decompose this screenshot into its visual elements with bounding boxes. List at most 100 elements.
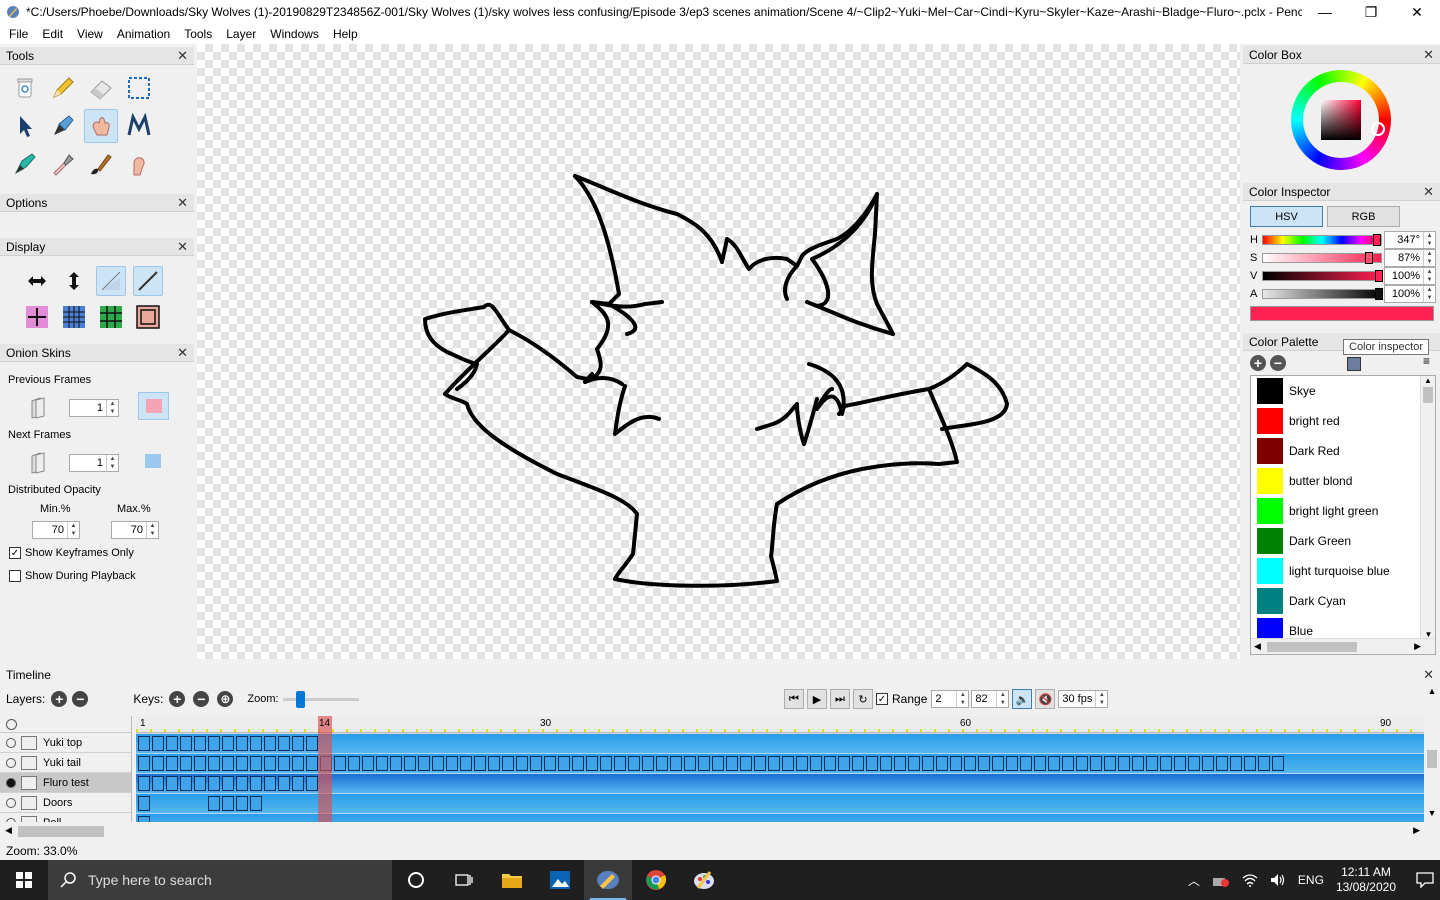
scroll-up-icon[interactable]: ▲ — [1421, 376, 1435, 385]
keyframe-cell[interactable] — [166, 736, 178, 751]
keyframe-cell[interactable] — [964, 756, 976, 771]
layer-visibility-icon[interactable] — [6, 777, 16, 788]
keyframe-cell[interactable] — [1146, 756, 1158, 771]
layer-row[interactable]: Fluro test — [0, 773, 131, 793]
layer-visibility-icon[interactable] — [6, 817, 16, 822]
keyframe-cell[interactable] — [726, 756, 738, 771]
min-opacity-spin[interactable]: 70 ▲ ▼ — [32, 521, 80, 539]
keyframe-cell[interactable] — [740, 756, 752, 771]
smudge-tool[interactable] — [122, 147, 156, 181]
keyframe-cell[interactable] — [222, 756, 234, 771]
menu-animation[interactable]: Animation — [110, 27, 177, 41]
brush-tool[interactable] — [84, 147, 118, 181]
keyframe-cell[interactable] — [362, 756, 374, 771]
menu-file[interactable]: File — [2, 27, 35, 41]
hscroll-thumb[interactable] — [1267, 642, 1357, 652]
keyframe-cell[interactable] — [782, 756, 794, 771]
keyframe-cell[interactable] — [446, 756, 458, 771]
max-opacity-spin[interactable]: 70 ▲ ▼ — [111, 521, 159, 539]
keyframe-cell[interactable] — [978, 756, 990, 771]
keyframe-cell[interactable] — [1048, 756, 1060, 771]
keyframe-cell[interactable] — [222, 796, 234, 811]
keyframe-cell[interactable] — [572, 756, 584, 771]
close-button[interactable]: ✕ — [1394, 0, 1440, 24]
keyframe-cell[interactable] — [166, 756, 178, 771]
keyframe-cell[interactable] — [474, 756, 486, 771]
zoom-knob[interactable] — [295, 691, 305, 708]
volume-icon[interactable] — [1270, 873, 1286, 887]
keyframe-cell[interactable] — [1118, 756, 1130, 771]
keyframe-cell[interactable] — [586, 756, 598, 771]
keyframe-cell[interactable] — [1272, 756, 1284, 771]
palette-color-item[interactable]: butter blond — [1251, 466, 1435, 496]
scroll-left-icon[interactable]: ◀ — [5, 825, 12, 836]
language-indicator[interactable]: ENG — [1298, 873, 1324, 887]
keyframe-cell[interactable] — [894, 756, 906, 771]
vscroll-thumb[interactable] — [1427, 750, 1437, 768]
keyframe-cell[interactable] — [754, 756, 766, 771]
keyframe-cell[interactable] — [138, 756, 150, 771]
maximize-button[interactable]: ❐ — [1348, 0, 1394, 24]
keyframe-cell[interactable] — [236, 736, 248, 751]
remove-layer-icon[interactable]: − — [72, 691, 89, 707]
palette-menu-icon[interactable]: ≡ — [1423, 354, 1430, 368]
value-slider[interactable] — [1262, 270, 1383, 282]
keyframe-cell[interactable] — [222, 736, 234, 751]
keyframe-cell[interactable] — [264, 736, 276, 751]
keyframe-cell[interactable] — [278, 736, 290, 751]
hscroll-thumb[interactable] — [18, 826, 104, 837]
pencil2d-taskbar-button[interactable] — [584, 860, 632, 900]
minimize-button[interactable]: — — [1302, 0, 1348, 24]
keyframe-cell[interactable] — [824, 756, 836, 771]
palette-color-item[interactable]: bright light green — [1251, 496, 1435, 526]
keyframe-cell[interactable] — [670, 756, 682, 771]
color-inspector-close-icon[interactable]: ✕ — [1423, 184, 1434, 200]
hue-handle[interactable] — [1371, 122, 1385, 136]
keyframe-cell[interactable] — [236, 756, 248, 771]
outlines-button[interactable] — [133, 266, 163, 296]
hue-slider[interactable] — [1262, 234, 1382, 246]
layer-row[interactable]: Yuki top — [0, 733, 131, 753]
frame-area[interactable]: 1 30 60 90 14 — [136, 716, 1424, 822]
layer-visibility-icon[interactable] — [6, 757, 16, 768]
keyframe-cell[interactable] — [306, 776, 318, 791]
keyframe-cell[interactable] — [292, 756, 304, 771]
keyframe-cell[interactable] — [138, 816, 150, 822]
timeline-vscrollbar[interactable]: ▲ ▼ — [1424, 686, 1440, 822]
keyframe-cell[interactable] — [1104, 756, 1116, 771]
show-keyframes-only-row[interactable]: ✓ Show Keyframes Only — [9, 547, 134, 559]
keyframe-cell[interactable] — [208, 796, 220, 811]
keyframe-cell[interactable] — [502, 756, 514, 771]
keyframe-cell[interactable] — [544, 756, 556, 771]
alpha-knob[interactable] — [1375, 288, 1383, 300]
keyframe-cell[interactable] — [642, 756, 654, 771]
remove-key-icon[interactable]: − — [193, 691, 210, 707]
color-box-close-icon[interactable]: ✕ — [1423, 47, 1434, 63]
scroll-right-icon[interactable]: ▶ — [1413, 825, 1420, 836]
drawing-canvas[interactable] — [197, 44, 1240, 659]
previous-frames-spin[interactable]: 1 ▲ ▼ — [69, 399, 119, 417]
hue-knob[interactable] — [1373, 234, 1381, 246]
display-close-icon[interactable]: ✕ — [177, 239, 188, 255]
keyframe-cell[interactable] — [712, 756, 724, 771]
keyframe-cell[interactable] — [404, 756, 416, 771]
eyedropper-tool[interactable] — [46, 147, 80, 181]
spin-arrows-icon[interactable]: ▲ ▼ — [1423, 286, 1435, 302]
center-overlay-button[interactable] — [22, 302, 52, 332]
previous-onion-color-button[interactable] — [138, 392, 169, 420]
move-tool[interactable] — [8, 109, 42, 143]
keyframe-cell[interactable] — [1188, 756, 1200, 771]
saturation-value-square[interactable] — [1321, 100, 1361, 140]
paint-app-button[interactable] — [680, 860, 728, 900]
keyframe-cell[interactable] — [1062, 756, 1074, 771]
loop-button[interactable]: ↻ — [853, 689, 873, 709]
keyframe-cell[interactable] — [950, 756, 962, 771]
tab-rgb[interactable]: RGB — [1327, 206, 1400, 227]
bucket-tool[interactable] — [8, 147, 42, 181]
eraser-tool[interactable] — [84, 71, 118, 105]
cortana-button[interactable] — [392, 860, 440, 900]
visibility-all-icon[interactable] — [6, 719, 17, 730]
show-playback-checkbox[interactable] — [9, 570, 21, 582]
keyframe-cell[interactable] — [516, 756, 528, 771]
keyframe-cell[interactable] — [600, 756, 612, 771]
